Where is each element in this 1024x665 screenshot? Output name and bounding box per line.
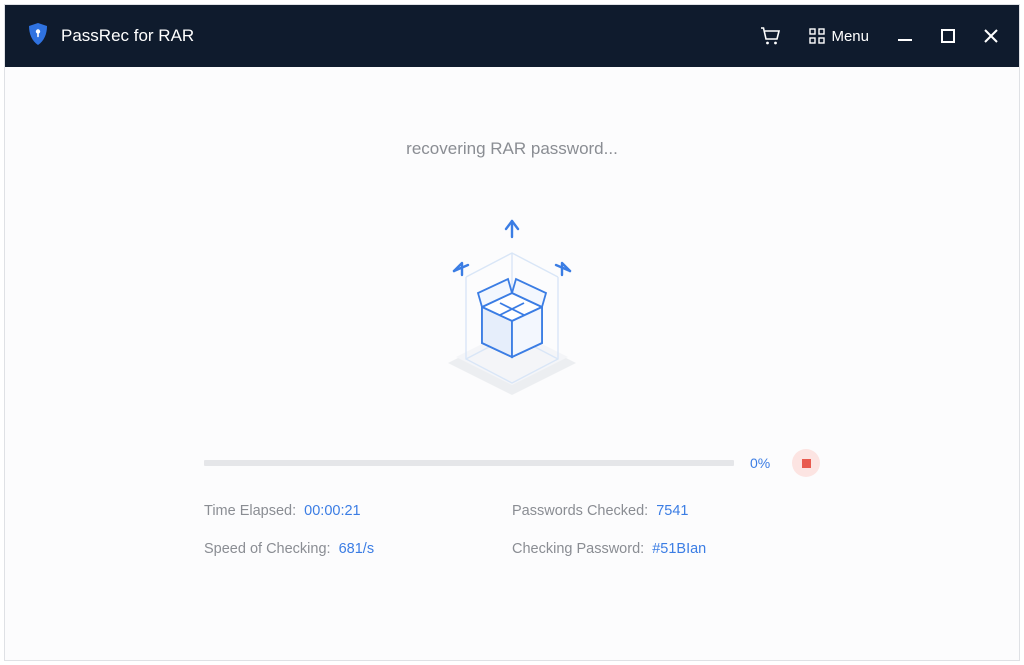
menu-label: Menu bbox=[831, 28, 869, 45]
stat-time-elapsed: Time Elapsed: 00:00:21 bbox=[204, 503, 512, 519]
stat-passwords-checked: Passwords Checked: 7541 bbox=[512, 503, 820, 519]
shield-icon bbox=[27, 22, 49, 51]
time-elapsed-label: Time Elapsed: bbox=[204, 503, 296, 519]
time-elapsed-value: 00:00:21 bbox=[304, 503, 360, 519]
passwords-checked-value: 7541 bbox=[656, 503, 688, 519]
speed-label: Speed of Checking: bbox=[204, 541, 331, 557]
cart-button[interactable] bbox=[759, 26, 781, 46]
titlebar: PassRec for RAR Menu bbox=[5, 5, 1019, 67]
progress-section: 0% bbox=[204, 449, 820, 477]
close-button[interactable] bbox=[983, 28, 999, 44]
progress-percent: 0% bbox=[750, 455, 776, 471]
checking-password-value: #51BIan bbox=[652, 541, 706, 557]
stop-icon bbox=[802, 459, 811, 468]
minimize-button[interactable] bbox=[897, 28, 913, 44]
app-window: PassRec for RAR Menu bbox=[4, 4, 1020, 661]
stat-speed: Speed of Checking: 681/s bbox=[204, 541, 512, 557]
status-text: recovering RAR password... bbox=[406, 139, 618, 159]
progress-bar bbox=[204, 460, 734, 466]
speed-value: 681/s bbox=[339, 541, 374, 557]
stop-button[interactable] bbox=[792, 449, 820, 477]
box-illustration bbox=[412, 209, 612, 409]
checking-password-label: Checking Password: bbox=[512, 541, 644, 557]
maximize-button[interactable] bbox=[941, 29, 955, 43]
titlebar-left: PassRec for RAR bbox=[27, 22, 194, 51]
titlebar-right: Menu bbox=[759, 26, 999, 46]
stat-checking-password: Checking Password: #51BIan bbox=[512, 541, 820, 557]
stats-grid: Time Elapsed: 00:00:21 Passwords Checked… bbox=[204, 503, 820, 557]
app-title: PassRec for RAR bbox=[61, 26, 194, 46]
menu-button[interactable]: Menu bbox=[809, 28, 869, 45]
content-area: recovering RAR password... bbox=[5, 67, 1019, 660]
passwords-checked-label: Passwords Checked: bbox=[512, 503, 648, 519]
